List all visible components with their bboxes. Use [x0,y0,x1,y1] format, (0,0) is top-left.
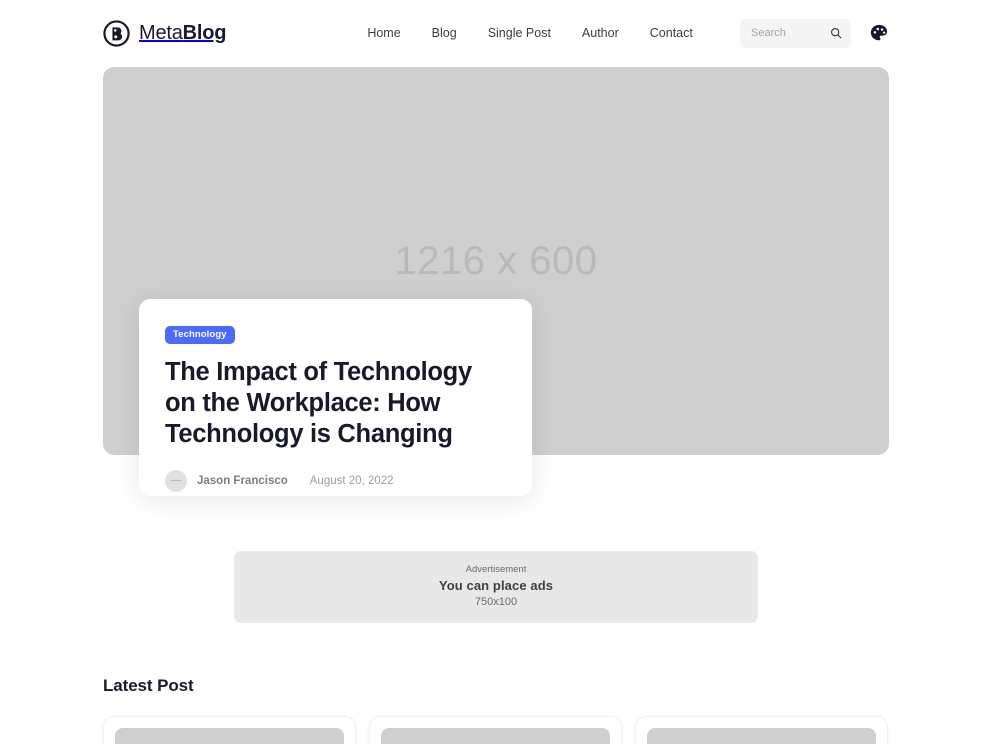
brand-logo-link[interactable]: MetaBlog [103,19,227,47]
nav-item-home[interactable]: Home [367,27,400,40]
post-author-name: Jason Francisco [197,474,288,487]
hero-image-placeholder-label: 1216 x 600 [394,238,598,283]
section-title-latest-post: Latest Post [103,676,194,695]
post-card-1[interactable] [103,716,356,744]
palette-icon[interactable] [869,23,889,43]
nav-item-blog[interactable]: Blog [432,27,457,40]
avatar [165,469,187,492]
ad-size: 750x100 [474,596,518,609]
main-navigation: Home Blog Single Post Author Contact [367,27,693,40]
nav-item-author[interactable]: Author [582,27,619,40]
search-icon[interactable] [830,27,842,39]
post-card-3[interactable] [635,716,888,744]
post-date: August 20, 2022 [309,474,394,487]
post-thumbnail [647,728,876,744]
latest-post-section: Latest Post [0,623,992,744]
nav-item-contact[interactable]: Contact [650,27,693,40]
post-meta: Jason Francisco August 20, 2022 [165,469,506,492]
post-card-2[interactable] [369,716,622,744]
search-box[interactable] [740,18,851,48]
brand-text-light: Meta [139,22,183,44]
hero-section: 1216 x 600 Technology The Impact of Tech… [0,66,992,496]
brand-text: MetaBlog [139,22,227,44]
brand-text-bold: Blog [182,22,227,44]
post-thumbnail [381,728,610,744]
hero-post-card[interactable]: Technology The Impact of Technology on t… [139,299,532,496]
post-thumbnail [115,728,344,744]
ad-headline: You can place ads [438,577,554,593]
ad-kicker: Advertisement [465,564,527,576]
post-grid [103,716,889,744]
header-actions [740,18,889,48]
metablog-logo-icon [103,19,130,47]
advertisement-wrapper: Advertisement You can place ads 750x100 [0,496,992,623]
post-category-badge[interactable]: Technology [165,326,235,344]
hero-post-title[interactable]: The Impact of Technology on the Workplac… [165,357,506,450]
search-input[interactable] [751,18,830,48]
site-header: MetaBlog Home Blog Single Post Author Co… [0,0,992,66]
advertisement-banner[interactable]: Advertisement You can place ads 750x100 [234,551,758,623]
nav-item-single-post[interactable]: Single Post [488,27,551,40]
